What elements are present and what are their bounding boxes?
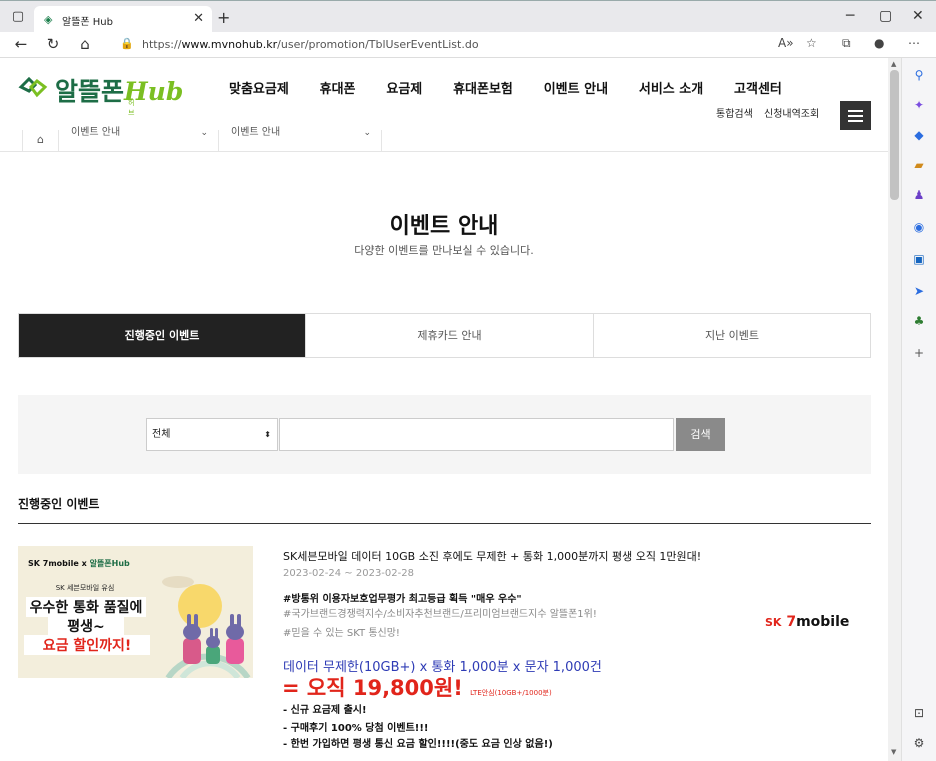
tools-icon[interactable]: ▰ (912, 158, 926, 172)
menu-icon[interactable] (840, 101, 871, 130)
breadcrumb-home-icon[interactable]: ⌂ (22, 130, 59, 152)
logo-mark-icon (18, 76, 48, 98)
chevron-down-icon: ⌄ (200, 128, 208, 138)
event-list-item: - 구매후기 100% 당첨 이벤트!!! (283, 723, 429, 734)
tab-past-events[interactable]: 지난 이벤트 (594, 314, 870, 357)
page-title: 이벤트 안내 (389, 214, 499, 239)
event-title[interactable]: SK세븐모바일 데이터 10GB 소진 후에도 무제한 + 통화 1,000분까… (283, 548, 701, 564)
nav-item[interactable]: 맞춤요금제 (229, 78, 289, 97)
games-icon[interactable]: ♟ (912, 188, 926, 202)
breadcrumb-level1[interactable]: 이벤트 안내 ⌄ (59, 128, 219, 152)
tab-actions-icon[interactable]: ▢ (10, 9, 26, 25)
search-category-select[interactable]: 전체 ⬍ (146, 418, 278, 451)
banner-line3: 요금 할인까지! (24, 635, 150, 655)
home-icon[interactable]: ⌂ (76, 35, 94, 53)
send-icon[interactable]: ➤ (912, 284, 926, 298)
add-icon[interactable]: + (912, 346, 926, 360)
new-tab-icon[interactable]: + (217, 8, 230, 27)
event-list-item: - 한번 가입하면 평생 통신 요금 할인!!!!(중도 요금 인상 없음!) (283, 739, 553, 750)
scroll-down-icon[interactable]: ▼ (891, 748, 896, 756)
logo-sub: 허브 (128, 99, 135, 117)
maximize-icon[interactable]: ▢ (879, 8, 892, 24)
select-arrows-icon: ⬍ (264, 430, 271, 439)
office-icon[interactable]: ◉ (912, 220, 926, 234)
scroll-thumb[interactable] (890, 70, 899, 200)
event-highlight-2: #국가브랜드경쟁력지수/소비자추천브랜드/프리미엄브랜드지수 알뜰폰1위! (283, 609, 597, 620)
page-description: 다양한 이벤트를 만나보실 수 있습니다. (354, 244, 534, 257)
logo-text: 알뜰폰 (55, 77, 125, 106)
banner-line1: 우수한 통화 품질에 (26, 597, 146, 617)
site-favicon-icon: ◈ (44, 13, 53, 26)
url-text: https://www.mvnohub.kr/user/promotion/Tb… (142, 38, 479, 51)
sk-7mobile-logo: SK 7mobile (765, 614, 850, 630)
browser-tab[interactable]: ◈ 알뜰폰 Hub ✕ (34, 6, 212, 33)
nav-item[interactable]: 휴대폰보험 (453, 78, 513, 97)
breadcrumb: ⌂ 이벤트 안내 ⌄ 이벤트 안내 ⌄ (0, 128, 888, 152)
edge-sidebar: ⚲ ✦ ◆ ▰ ♟ ◉ ▣ ➤ ♣ + ⊡ ⚙ (901, 58, 936, 761)
nav-item[interactable]: 요금제 (386, 78, 422, 97)
tree-icon[interactable]: ♣ (912, 314, 926, 328)
chevron-down-icon: ⌄ (363, 128, 371, 138)
copilot-icon[interactable]: ✦ (912, 98, 926, 112)
section-divider (18, 523, 871, 524)
scroll-up-icon[interactable]: ▲ (891, 60, 896, 68)
main-nav: 맞춤요금제 휴대폰 요금제 휴대폰보험 이벤트 안내 서비스 소개 고객센터 (229, 78, 809, 97)
event-list-item: - 신규 요금제 출시! (283, 705, 367, 716)
tab-close-icon[interactable]: ✕ (193, 11, 204, 26)
address-bar: ← ↻ ⌂ 🔒 https://www.mvnohub.kr/user/prom… (0, 32, 936, 58)
shopping-tag-icon[interactable]: ◆ (912, 128, 926, 142)
refresh-icon[interactable]: ↻ (44, 35, 62, 53)
banner-tag: SK 세븐모바일 유심 (55, 584, 115, 592)
integrated-search-link[interactable]: 통합검색 (716, 109, 753, 120)
search-input[interactable] (279, 418, 674, 451)
nav-item[interactable]: 서비스 소개 (639, 78, 703, 97)
url-field[interactable]: 🔒 https://www.mvnohub.kr/user/promotion/… (110, 34, 828, 56)
nav-item[interactable]: 휴대폰 (320, 78, 356, 97)
minimize-icon[interactable]: ─ (846, 8, 854, 24)
breadcrumb-level2[interactable]: 이벤트 안내 ⌄ (219, 128, 382, 152)
event-highlight-1: #방통위 이용자보호업무평가 최고등급 획득 "매우 우수" (283, 594, 522, 605)
banner-brand: SK 7mobile x 알뜰폰Hub (28, 559, 130, 568)
search-icon[interactable]: ⚲ (912, 68, 926, 82)
browser-tab-bar: ▢ ◈ 알뜰폰 Hub ✕ + ─ ▢ ✕ (0, 0, 936, 33)
search-button[interactable]: 검색 (676, 418, 725, 451)
event-price-plan: LTE안심(10GB+/1000분) (470, 689, 552, 697)
back-icon[interactable]: ← (12, 35, 30, 53)
nav-item[interactable]: 고객센터 (734, 78, 782, 97)
page: 알뜰폰Hub 허브 맞춤요금제 휴대폰 요금제 휴대폰보험 이벤트 안내 서비스… (0, 58, 888, 761)
banner-line2: 평생~ (48, 616, 124, 636)
section-title: 진행중인 이벤트 (18, 497, 100, 511)
window-close-icon[interactable]: ✕ (912, 8, 924, 24)
application-lookup-link[interactable]: 신청내역조회 (764, 109, 819, 120)
search-panel: 전체 ⬍ 검색 (18, 395, 871, 474)
favorite-icon[interactable]: ☆ (806, 36, 817, 50)
profile-icon[interactable]: ● (874, 36, 884, 50)
sidebar-toggle-icon[interactable]: ⊡ (912, 706, 926, 720)
event-date: 2023-02-24 ~ 2023-02-28 (283, 568, 414, 579)
more-icon[interactable]: ⋯ (908, 36, 920, 50)
settings-gear-icon[interactable]: ⚙ (912, 736, 926, 750)
tab-title: 알뜰폰 Hub (62, 17, 113, 28)
rabbit-illustration-icon (162, 576, 251, 678)
event-price: = 오직 19,800원! LTE안심(10GB+/1000분) (282, 676, 552, 700)
event-banner[interactable]: SK 7mobile x 알뜰폰Hub SK 세븐모바일 유심 우수한 통화 품… (18, 546, 253, 678)
read-aloud-icon[interactable]: A» (778, 36, 794, 50)
collections-icon[interactable]: ⧉ (842, 36, 851, 51)
event-highlight-3: #믿을 수 있는 SKT 통신망! (283, 628, 400, 639)
page-scrollbar[interactable]: ▲ ▼ (888, 58, 901, 761)
outlook-icon[interactable]: ▣ (912, 252, 926, 266)
tab-ongoing-events[interactable]: 진행중인 이벤트 (19, 314, 306, 357)
event-tabs: 진행중인 이벤트 제휴카드 안내 지난 이벤트 (18, 313, 871, 358)
util-links: 통합검색 신청내역조회 (716, 105, 827, 120)
lock-icon: 🔒 (120, 37, 134, 50)
nav-item[interactable]: 이벤트 안내 (544, 78, 608, 97)
tab-partner-cards[interactable]: 제휴카드 안내 (306, 314, 594, 357)
